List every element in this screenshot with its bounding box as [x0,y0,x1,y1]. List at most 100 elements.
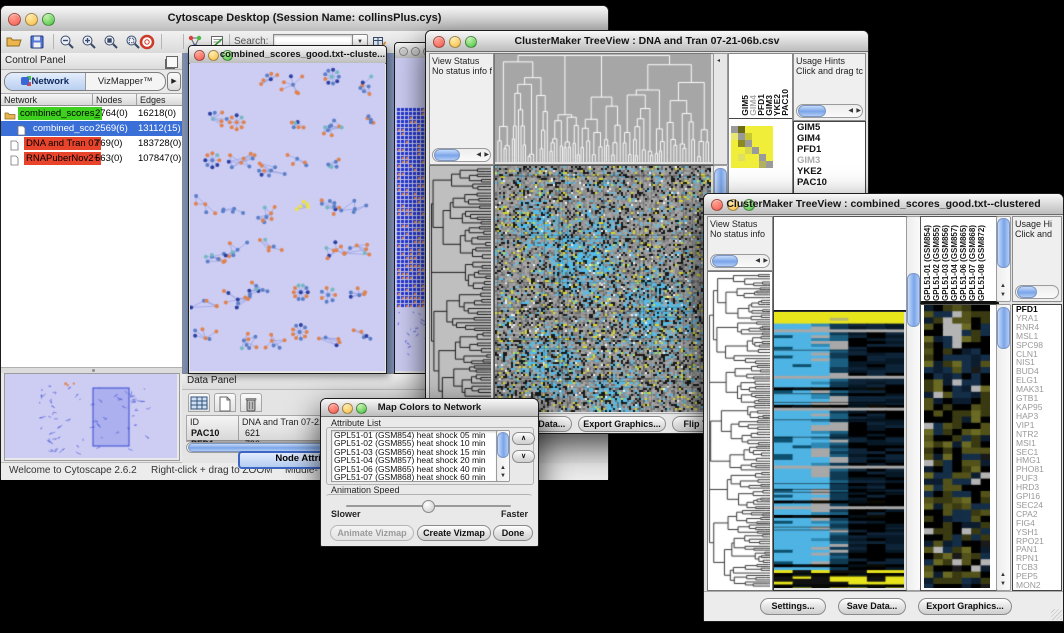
tv1-status-hscroll-thumb[interactable] [434,149,460,161]
scroll-down-icon[interactable]: ▼ [1000,581,1006,587]
scroll-up-icon[interactable]: ▲ [500,465,506,471]
gene-label[interactable]: PAC10 [794,177,865,188]
network-window-titlebar[interactable]: combined_scores_good.txt--cluste... [189,46,386,64]
gene-label[interactable]: MON2 [1013,581,1061,590]
gene-label[interactable]: GIM3 [794,155,865,166]
matrix-cell [759,126,766,133]
tv1-export-graphics---button[interactable]: Export Graphics... [578,416,666,432]
tv1-row-dendrogram[interactable] [430,166,491,412]
tv2-hints-hscroll-thumb[interactable] [1017,286,1037,298]
tv2-array-tree-area[interactable] [773,216,907,312]
scroll-up-icon[interactable]: ▲ [1000,283,1006,289]
tv2-summary-vscrollbar[interactable]: ▲ ▼ [996,304,1011,591]
new-attribute-icon[interactable] [214,393,236,412]
treeview1-titlebar[interactable]: ClusterMaker TreeView : DNA and Tran 07-… [426,31,868,52]
birdseye-canvas[interactable] [5,374,177,458]
scroll-left-icon[interactable]: ◂ [717,58,720,64]
tv2-row-dendrogram[interactable] [708,272,770,588]
tab-network[interactable]: Network [5,73,86,90]
matrix-cell [752,140,759,147]
tv2-heatmap-vscroll-thumb[interactable] [907,273,920,327]
tab-overflow-button[interactable]: ▶ [167,72,181,91]
tv2-labels-vscrollbar[interactable]: ▲ ▼ [996,216,1011,302]
tv2-settings---button[interactable]: Settings... [760,598,826,615]
network-tree-row[interactable]: combined_scores_2764(0)16218(0) [1,106,182,121]
tv2-save-data---button[interactable]: Save Data... [838,598,906,615]
scroll-right-icon[interactable]: ▶ [763,258,768,264]
attribute-list-item[interactable]: GPL51-07 (GSM868) heat shock 60 min [332,473,497,481]
resize-grip[interactable] [1051,609,1062,620]
save-session-icon[interactable] [29,34,47,50]
main-titlebar[interactable]: Cytoscape Desktop (Session Name: collins… [1,6,608,32]
tv2-labels-vscroll-thumb[interactable] [997,218,1010,268]
attribute-list[interactable]: GPL51-01 (GSM854) heat shock 05 minGPL51… [331,430,498,482]
scroll-down-icon[interactable]: ▼ [500,473,506,479]
matrix-cell [738,140,745,147]
slider-thumb[interactable] [422,500,435,513]
tv2-status-hscroll-thumb[interactable] [712,255,738,267]
network-name: DNA and Tran 07 [24,137,101,150]
attribute-list-vscrollbar[interactable]: ▲ ▼ [496,430,510,482]
tv2-summary-heatmap[interactable] [924,305,990,588]
help-lifebuoy-icon[interactable] [139,34,157,50]
float-panel-icon[interactable] [166,56,178,68]
gene-label[interactable]: GIM5 [794,122,865,133]
gene-label[interactable]: PFD1 [794,144,865,155]
network-tree-row[interactable]: DNA and Tran 07769(0)183728(0) [1,136,182,151]
create-vizmap-button[interactable]: Create Vizmap [417,525,491,541]
delete-attribute-icon[interactable] [240,393,262,412]
network-tree-row[interactable]: RNAPuberNov2+563(0)107847(0) [1,151,182,166]
dialog-titlebar[interactable]: Map Colors to Network [321,399,538,417]
tab-vizmapper[interactable]: VizMapper™ [86,73,166,90]
network-tree-row[interactable]: combined_sco2569(6)13112(15) [1,121,182,136]
tv2-view-status-panel: View Status No status info ◀ ▶ [707,216,773,271]
tv1-status-hscrollbar[interactable]: ◀ ▶ [432,148,491,162]
tv1-column-dendrogram[interactable] [495,54,711,162]
gene-label[interactable]: GIM4 [794,133,865,144]
table-panel-icon[interactable] [188,393,210,412]
matrix-cell [731,161,738,168]
attribute-list-vscroll-thumb[interactable] [497,432,509,458]
minimize-button[interactable] [411,47,420,56]
matrix-cell [731,147,738,154]
treeview2-titlebar[interactable]: ClusterMaker TreeView : combined_scores_… [704,194,1063,215]
network-edges-count: 13112(15) [138,122,181,135]
tv1-hints-hscrollbar[interactable]: ◀ ▶ [796,104,863,118]
gene-label[interactable]: YKE2 [794,166,865,177]
move-up-button[interactable]: ∧ [512,432,535,445]
tv2-hints-hscrollbar[interactable] [1015,285,1059,299]
scroll-left-icon[interactable]: ◀ [755,258,760,264]
network-edges-count: 107847(0) [138,152,181,165]
move-down-button[interactable]: ∨ [512,450,535,463]
network-name: RNAPuberNov2+ [24,152,101,165]
tv2-gene-list[interactable]: PFD1YRA1RNR4MSL1SPC98CLN1NIS1BUD4ELG1MAK… [1012,304,1062,591]
zoom-in-icon[interactable] [81,34,99,50]
open-file-icon[interactable] [6,34,24,50]
tv2-export-graphics---button[interactable]: Export Graphics... [918,598,1012,615]
tv1-heatmap-canvas[interactable] [495,166,711,412]
network-canvas[interactable] [190,63,385,371]
tv2-usage-hints-line1: Usage Hi [1013,217,1061,229]
scroll-down-icon[interactable]: ▼ [1000,292,1006,298]
tv2-heatmap-vscrollbar[interactable] [906,216,921,591]
tv2-status-hscrollbar[interactable]: ◀ ▶ [710,254,770,268]
scroll-left-icon[interactable]: ◀ [476,152,481,158]
tv2-heatmap-canvas[interactable] [774,312,904,588]
scroll-right-icon[interactable]: ▶ [484,152,489,158]
tv2-summary-vscroll-thumb[interactable] [997,307,1010,349]
zoom-fit-icon[interactable] [103,34,121,50]
scroll-right-icon[interactable]: ▶ [856,108,861,114]
done-button[interactable]: Done [493,525,533,541]
animate-vizmap-button[interactable]: Animate Vizmap [330,525,414,541]
network-edges-count: 183728(0) [138,137,181,150]
zoom-out-icon[interactable] [59,34,77,50]
scroll-left-icon[interactable]: ◀ [848,108,853,114]
scroll-up-icon[interactable]: ▲ [1000,572,1006,578]
tv1-hints-hscroll-thumb[interactable] [798,105,826,117]
tv1-summary-matrix[interactable] [731,126,773,168]
animation-speed-slider[interactable] [346,500,511,512]
birdseye-view[interactable] [4,373,180,461]
window-title: Cytoscape Desktop (Session Name: collins… [1,12,608,24]
close-button[interactable] [399,47,408,56]
matrix-cell [738,161,745,168]
